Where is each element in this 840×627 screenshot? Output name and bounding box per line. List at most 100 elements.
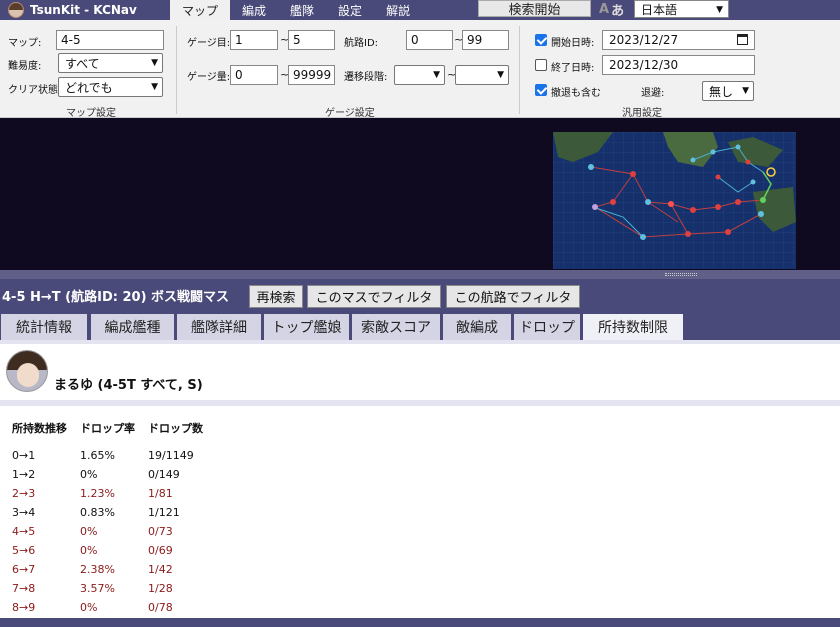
tab-enemy-fleet[interactable]: 敵編成 bbox=[443, 314, 511, 340]
tab-content: まるゆ (4-5T すべて, S) 所持数推移 ドロップ率 ドロップ数 0→1 1… bbox=[0, 340, 840, 627]
table-cell: 6→7 bbox=[12, 563, 36, 576]
table-cell: 1/42 bbox=[148, 563, 173, 576]
map-viewer[interactable] bbox=[0, 118, 840, 270]
divider bbox=[519, 26, 520, 114]
table-cell: 0/149 bbox=[148, 468, 180, 481]
tab-stats[interactable]: 統計情報 bbox=[1, 314, 87, 340]
clear-state-select[interactable]: どれでも ▼ bbox=[58, 77, 163, 97]
grip-icon bbox=[665, 273, 697, 276]
avatar bbox=[6, 350, 48, 392]
table-row: 5→6 0% 0/69 bbox=[12, 541, 216, 560]
transition-from-select[interactable]: ▼ bbox=[394, 65, 445, 85]
table-cell: 0/78 bbox=[148, 601, 173, 614]
menu-tab-formation[interactable]: 編成 bbox=[230, 0, 278, 20]
gauge-settings-title: ゲージ設定 bbox=[325, 108, 375, 119]
table-cell: 1→2 bbox=[12, 468, 36, 481]
table-row: 6→7 2.38% 1/42 bbox=[12, 560, 216, 579]
table-cell: 0/69 bbox=[148, 544, 173, 557]
bottom-bar bbox=[0, 618, 840, 627]
gauge-number-from-input[interactable]: 1 bbox=[230, 30, 278, 50]
table-row: 1→2 0% 0/149 bbox=[12, 465, 216, 484]
table-header-row: 所持数推移 ドロップ率 ドロップ数 bbox=[12, 420, 216, 446]
end-date-checkbox[interactable] bbox=[535, 59, 547, 71]
table-row: 4→5 0% 0/73 bbox=[12, 522, 216, 541]
sea-map-image[interactable] bbox=[553, 132, 796, 269]
start-date-value: 2023/12/27 bbox=[609, 33, 679, 47]
font-kana-icon: あ bbox=[611, 3, 625, 19]
gauge-amount-label: ゲージ量: bbox=[187, 72, 231, 83]
menu-tab-settings[interactable]: 設定 bbox=[326, 0, 374, 20]
tab-fleet-type[interactable]: 編成艦種 bbox=[91, 314, 174, 340]
table-row: 0→1 1.65% 19/1149 bbox=[12, 446, 216, 465]
filter-route-button[interactable]: この航路でフィルタ bbox=[446, 285, 580, 308]
transition-to-select[interactable]: ▼ bbox=[455, 65, 509, 85]
general-settings-title: 汎用設定 bbox=[622, 108, 662, 119]
menu-tab-map[interactable]: マップ bbox=[170, 0, 231, 20]
divider bbox=[176, 26, 177, 114]
map-input[interactable]: 4-5 bbox=[56, 30, 164, 50]
chevron-down-icon: ▼ bbox=[716, 5, 723, 15]
settings-panel: マップ: 4-5 難易度: すべて ▼ クリア状態: どれでも ▼ マップ設定 … bbox=[0, 20, 840, 119]
tab-los-score[interactable]: 索敵スコア bbox=[352, 314, 440, 340]
tab-ownership-limit[interactable]: 所持数制限 bbox=[583, 314, 683, 340]
drop-limit-table: 所持数推移 ドロップ率 ドロップ数 0→1 1.65% 19/1149 1→2 0% 0… bbox=[12, 420, 216, 617]
tab-fleet-detail[interactable]: 艦隊詳細 bbox=[177, 314, 261, 340]
table-cell: 3.57% bbox=[80, 582, 115, 595]
gauge-number-to-input[interactable]: 5 bbox=[288, 30, 335, 50]
evasion-select[interactable]: 無し ▼ bbox=[702, 81, 754, 101]
table-cell: 1/28 bbox=[148, 582, 173, 595]
table-cell: 0→1 bbox=[12, 449, 36, 462]
gauge-amount-from-input[interactable]: 0 bbox=[230, 65, 278, 85]
app-brand[interactable]: TsunKit - KCNav bbox=[0, 0, 170, 20]
end-date-input[interactable]: 2023/12/30 bbox=[602, 55, 755, 75]
end-date-label: 終了日時: bbox=[551, 63, 595, 74]
chevron-down-icon: ▼ bbox=[151, 82, 158, 92]
retreat-checkbox[interactable] bbox=[535, 84, 547, 96]
route-id-from-input[interactable]: 0 bbox=[406, 30, 453, 50]
route-id-label: 航路ID: bbox=[344, 38, 379, 49]
table-row: 7→8 3.57% 1/28 bbox=[12, 579, 216, 598]
ship-card: まるゆ (4-5T すべて, S) bbox=[0, 344, 840, 400]
table-cell: 0.83% bbox=[80, 506, 115, 519]
column-header: 所持数推移 bbox=[12, 422, 67, 435]
menu-tab-fleet[interactable]: 艦隊 bbox=[278, 0, 326, 20]
tab-top-ships[interactable]: トップ艦娘 bbox=[264, 314, 349, 340]
table-cell: 1.23% bbox=[80, 487, 115, 500]
start-date-input[interactable]: 2023/12/27 bbox=[602, 30, 755, 50]
gauge-number-label: ゲージ目: bbox=[187, 38, 231, 49]
font-toggle[interactable]: A あ bbox=[599, 0, 625, 19]
app-logo-icon bbox=[8, 2, 24, 18]
chevron-down-icon: ▼ bbox=[433, 70, 440, 80]
table-cell: 4→5 bbox=[12, 525, 36, 538]
table-cell: 3→4 bbox=[12, 506, 36, 519]
resize-handle[interactable] bbox=[0, 270, 840, 279]
search-start-button[interactable]: 検索開始 bbox=[478, 0, 591, 18]
filter-node-button[interactable]: このマスでフィルタ bbox=[307, 285, 441, 308]
table-cell: 5→6 bbox=[12, 544, 36, 557]
chevron-down-icon: ▼ bbox=[151, 58, 158, 68]
transition-stage-label: 遷移段階: bbox=[344, 72, 388, 83]
app-title: TsunKit - KCNav bbox=[30, 3, 137, 17]
start-date-checkbox[interactable] bbox=[535, 34, 547, 46]
route-id-to-input[interactable]: 99 bbox=[462, 30, 509, 50]
table-cell: 0/73 bbox=[148, 525, 173, 538]
evasion-label: 退避: bbox=[641, 88, 665, 99]
column-header: ドロップ率 bbox=[80, 422, 135, 435]
gauge-amount-to-input[interactable]: 99999 bbox=[288, 65, 335, 85]
research-button[interactable]: 再検索 bbox=[249, 285, 303, 308]
calendar-icon[interactable] bbox=[737, 34, 748, 45]
table-cell: 0% bbox=[80, 601, 98, 614]
difficulty-select[interactable]: すべて ▼ bbox=[58, 53, 163, 73]
menu-tab-guide[interactable]: 解説 bbox=[374, 0, 422, 20]
chevron-down-icon: ▼ bbox=[742, 86, 749, 96]
tab-drop[interactable]: ドロップ bbox=[514, 314, 580, 340]
language-select[interactable]: 日本語 ▼ bbox=[634, 0, 729, 18]
table-cell: 0% bbox=[80, 544, 98, 557]
result-title: 4-5 H→T (航路ID: 20) ボス戦闘マス bbox=[2, 290, 230, 305]
column-header: ドロップ数 bbox=[148, 422, 203, 435]
table-cell: 7→8 bbox=[12, 582, 36, 595]
clear-state-label: クリア状態: bbox=[8, 85, 62, 96]
table-cell: 19/1149 bbox=[148, 449, 194, 462]
retreat-label: 撤退も含む bbox=[551, 88, 601, 99]
clear-state-value: どれでも bbox=[65, 80, 113, 95]
